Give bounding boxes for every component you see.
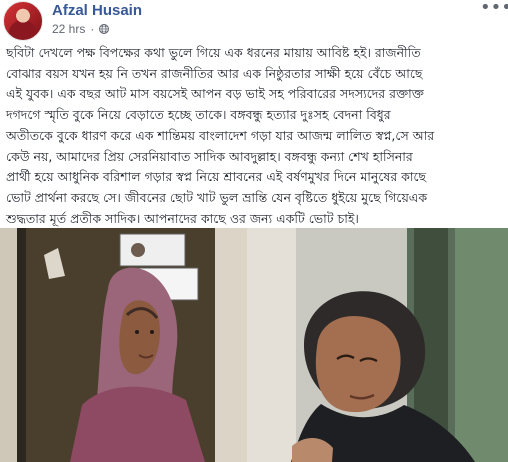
meta-separator: · xyxy=(90,22,95,36)
post-photo[interactable] xyxy=(0,228,508,462)
post-timestamp[interactable]: 22 hrs xyxy=(52,22,85,36)
post-meta: 22 hrs · xyxy=(52,22,110,36)
author-name[interactable]: Afzal Husain xyxy=(52,2,142,20)
more-options-icon[interactable]: ••• xyxy=(480,0,508,18)
author-avatar[interactable] xyxy=(3,1,43,41)
facebook-post: Afzal Husain 22 hrs · ••• ছবিটা দেখলে পক… xyxy=(0,0,508,462)
campaign-photo-illustration xyxy=(0,228,508,462)
poster-top xyxy=(119,233,186,267)
post-body-text: ছবিটা দেখলে পক্ষ বিপক্ষের কথা ভুলে গিয়ে… xyxy=(6,45,435,226)
globe-icon[interactable] xyxy=(99,24,110,34)
post-header: Afzal Husain 22 hrs · ••• xyxy=(0,0,508,44)
